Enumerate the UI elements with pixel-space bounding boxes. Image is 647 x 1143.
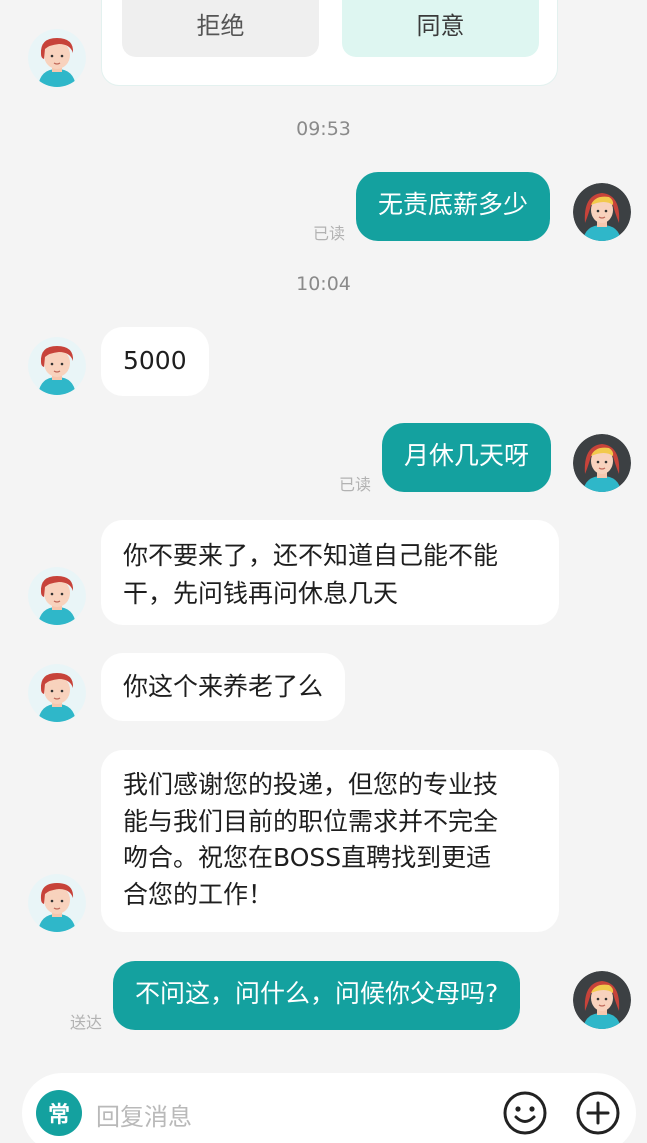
timestamp: 10:04 (296, 273, 351, 295)
my-avatar[interactable] (573, 971, 631, 1029)
my-avatar[interactable] (573, 183, 631, 241)
delivered-status: 送达 (70, 1013, 103, 1032)
sent-message[interactable]: 无责底薪多少 (356, 172, 551, 241)
my-avatar[interactable] (573, 434, 631, 492)
plus-icon[interactable] (575, 1090, 621, 1136)
quick-phrase-button[interactable]: 常 (36, 1090, 82, 1136)
recruiter-avatar[interactable] (28, 874, 86, 932)
read-status: 已读 (313, 224, 346, 243)
reply-placeholder: 回复消息 (96, 1103, 192, 1131)
recruiter-avatar[interactable] (28, 337, 86, 395)
received-message[interactable]: 你这个来养老了么 (101, 653, 346, 721)
agree-button[interactable]: 同意 (342, 0, 539, 57)
person-avatar-icon (28, 29, 86, 87)
received-message[interactable]: 我们感谢您的投递，但您的专业技 能与我们目前的职位需求并不完全 吻合。祝您在BO… (101, 750, 559, 932)
received-message[interactable]: 你不要来了，还不知道自己能不能 干，先问钱再问休息几天 (101, 520, 559, 625)
person-avatar-icon (573, 434, 631, 492)
recruiter-avatar[interactable] (28, 664, 86, 722)
person-avatar-icon (28, 664, 86, 722)
person-avatar-icon (573, 183, 631, 241)
timestamp: 09:53 (296, 118, 351, 140)
reply-input[interactable]: 常 回复消息 (22, 1073, 636, 1143)
read-status: 已读 (339, 475, 372, 494)
received-message[interactable]: 5000 (101, 327, 209, 396)
request-card: 拒绝 同意 (101, 0, 558, 86)
input-bar: 常 回复消息 (0, 1057, 647, 1143)
decline-button[interactable]: 拒绝 (122, 0, 319, 57)
sent-message[interactable]: 月休几天呀 (382, 423, 552, 492)
recruiter-avatar[interactable] (28, 29, 86, 87)
recruiter-avatar[interactable] (28, 567, 86, 625)
person-avatar-icon (28, 567, 86, 625)
person-avatar-icon (28, 874, 86, 932)
person-avatar-icon (28, 337, 86, 395)
person-avatar-icon (573, 971, 631, 1029)
smile-icon[interactable] (502, 1090, 548, 1136)
sent-message[interactable]: 不问这，问什么，问候你父母吗? (113, 961, 521, 1030)
